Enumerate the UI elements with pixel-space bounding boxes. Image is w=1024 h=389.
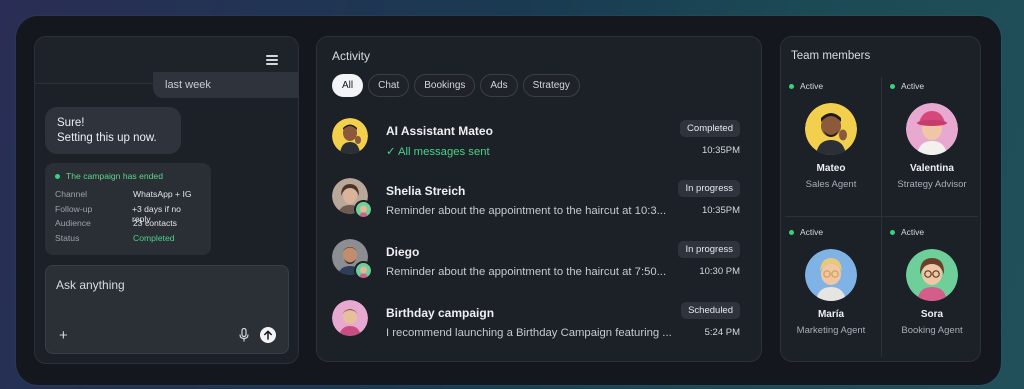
member-role: Booking Agent: [901, 325, 963, 336]
campaign-row-key: Channel: [55, 189, 88, 199]
campaign-row-value: +3 days if no reply: [131, 203, 181, 224]
campaign-row-key: Status: [55, 232, 80, 243]
campaign-row-value: 23 contacts: [133, 218, 177, 228]
assistant-reply-bubble: Sure! Setting this up now.: [45, 107, 181, 154]
activity-subtitle: Reminder about the appointment to the ha…: [386, 205, 667, 217]
agent-mini-avatar: [354, 261, 373, 280]
activity-title: Activity: [332, 49, 371, 63]
activity-row[interactable]: Shelia Streich Reminder about the appoin…: [332, 178, 752, 228]
previous-message-bubble: last week: [153, 72, 298, 98]
chat-panel: last week Sure! Setting this up now. The…: [34, 36, 299, 364]
tab-all[interactable]: All: [332, 74, 364, 97]
campaign-row: Channel WhatsApp + IG: [55, 189, 201, 204]
team-member-card[interactable]: Active Sora Booking Agent: [882, 223, 982, 363]
activity-subtitle-text: All messages sent: [397, 146, 490, 158]
member-status: Active: [890, 81, 924, 91]
status-badge: Scheduled: [681, 302, 740, 319]
activity-time: 5:24 PM: [704, 327, 740, 338]
activity-subtitle: ✓ All messages sent: [386, 145, 490, 158]
campaign-header-text: The campaign has ended: [66, 171, 163, 181]
member-status-text: Active: [800, 81, 824, 91]
avatar: [805, 103, 857, 155]
active-dot-icon: [890, 83, 895, 89]
activity-filter-tabs: All Chat Bookings Ads Strategy: [332, 74, 580, 97]
member-name: María: [817, 309, 845, 320]
plus-icon[interactable]: +: [59, 328, 68, 343]
campaign-status-value: Completed: [133, 232, 175, 243]
activity-time: 10:35PM: [701, 205, 740, 216]
microphone-icon[interactable]: [239, 328, 249, 342]
member-name: Sora: [920, 309, 944, 320]
reply-line: Setting this up now.: [57, 132, 157, 144]
activity-time: 10:35PM: [701, 145, 740, 156]
campaign-row: Audience 23 contacts: [55, 218, 201, 233]
member-name: Valentina: [910, 163, 954, 174]
status-badge: In progress: [678, 241, 740, 258]
activity-panel: Activity All Chat Bookings Ads Strategy …: [316, 36, 762, 362]
status-badge: Completed: [680, 120, 740, 137]
member-status: Active: [789, 81, 823, 91]
campaign-summary-card: The campaign has ended Channel WhatsApp …: [45, 163, 211, 255]
activity-row[interactable]: Diego Reminder about the appointment to …: [332, 239, 752, 289]
member-role: Strategy Advisor: [897, 179, 967, 190]
active-dot-icon: [789, 229, 794, 235]
chat-input-box[interactable]: +: [45, 265, 289, 354]
activity-name: Shelia Streich: [386, 184, 466, 198]
send-arrow-icon[interactable]: [260, 327, 276, 343]
check-icon: ✓: [386, 146, 398, 158]
avatar: [906, 249, 958, 301]
activity-name: Diego: [386, 245, 420, 259]
campaign-row-value: WhatsApp + IG: [133, 189, 192, 199]
campaign-row-key: Audience: [55, 218, 91, 228]
status-dot-icon: [55, 173, 60, 179]
member-status-text: Active: [800, 227, 824, 237]
avatar: [805, 249, 857, 301]
activity-name: AI Assistant Mateo: [386, 124, 493, 138]
member-status: Active: [890, 227, 924, 237]
member-status-text: Active: [901, 81, 925, 91]
activity-subtitle: I recommend launching a Birthday Campaig…: [386, 327, 672, 339]
previous-message-text: last week: [165, 79, 211, 91]
agent-mini-avatar: [354, 200, 373, 219]
chat-input[interactable]: [56, 278, 276, 292]
team-panel: Team members Active Mateo Sales Agent Ac…: [780, 36, 981, 362]
tab-chat[interactable]: Chat: [368, 74, 410, 97]
active-dot-icon: [890, 229, 895, 235]
campaign-row-key: Follow-up: [55, 203, 93, 214]
team-member-card[interactable]: Active María Marketing Agent: [781, 223, 881, 363]
activity-row[interactable]: Birthday campaign I recommend launching …: [332, 300, 752, 350]
tab-ads[interactable]: Ads: [480, 74, 518, 97]
status-badge: In progress: [678, 180, 740, 197]
campaign-status-header: The campaign has ended: [55, 171, 201, 181]
team-member-card[interactable]: Active Valentina Strategy Advisor: [882, 77, 982, 217]
team-title: Team members: [791, 50, 871, 62]
activity-name: Birthday campaign: [386, 306, 495, 320]
avatar: [906, 103, 958, 155]
campaign-row: Follow-up +3 days if no reply: [55, 203, 201, 224]
active-dot-icon: [789, 83, 794, 89]
member-role: Marketing Agent: [796, 325, 866, 336]
member-name: Mateo: [816, 163, 846, 174]
campaign-row: Status Completed: [55, 233, 201, 248]
member-status: Active: [789, 227, 823, 237]
team-member-card[interactable]: Active Mateo Sales Agent: [781, 77, 881, 217]
member-role: Sales Agent: [805, 179, 857, 190]
activity-row[interactable]: AI Assistant Mateo ✓ All messages sent C…: [332, 118, 752, 168]
member-status-text: Active: [901, 227, 925, 237]
avatar: [332, 118, 368, 154]
reply-line: Sure!: [57, 117, 85, 129]
activity-subtitle: Reminder about the appointment to the ha…: [386, 266, 667, 278]
tab-strategy[interactable]: Strategy: [522, 74, 580, 97]
tab-bookings[interactable]: Bookings: [414, 74, 476, 97]
menu-icon[interactable]: [266, 55, 278, 65]
activity-time: 10:30 PM: [699, 266, 740, 277]
avatar: [332, 300, 368, 336]
